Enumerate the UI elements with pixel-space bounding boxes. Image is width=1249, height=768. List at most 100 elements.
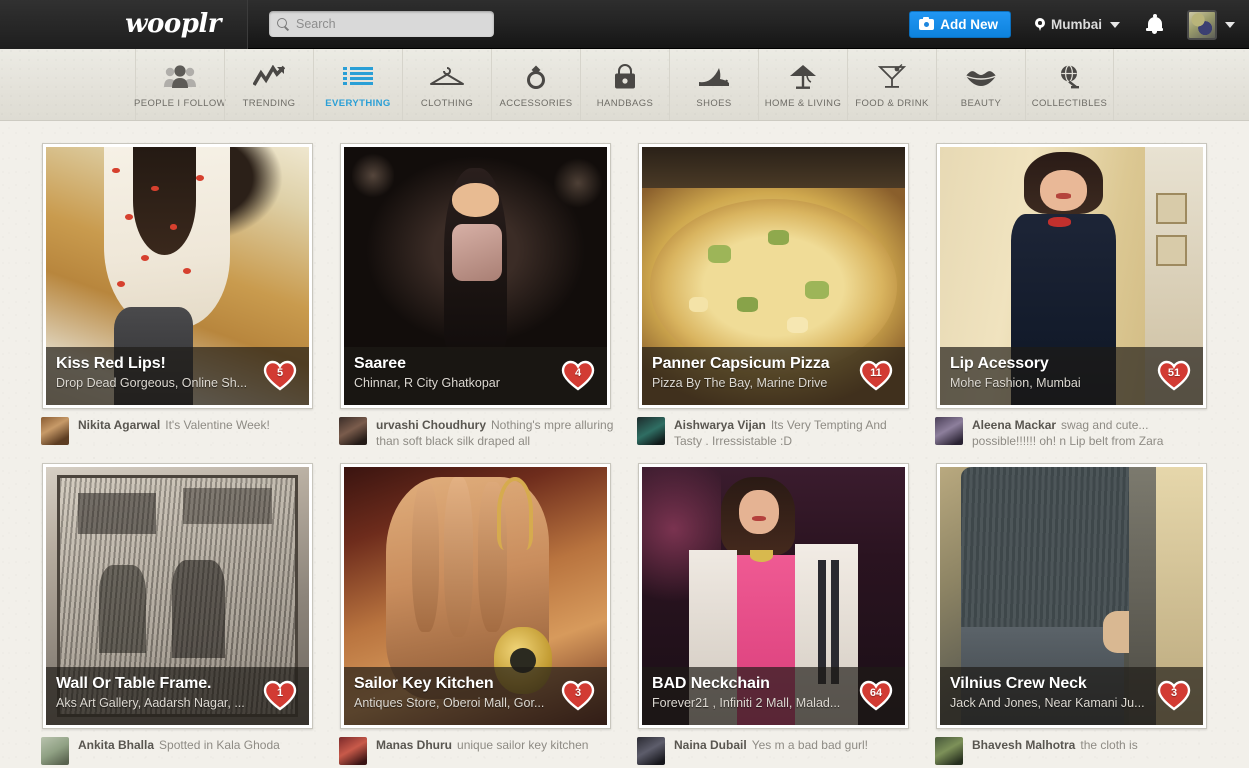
card-photo[interactable]: BAD Neckchain Forever21 , Infiniti 2 Mal…: [642, 467, 905, 725]
feed-card[interactable]: Lip Acessory Mohe Fashion, Mumbai 51: [936, 143, 1207, 409]
notification-bell-icon[interactable]: [1146, 14, 1163, 34]
like-badge[interactable]: 1: [263, 680, 297, 711]
avatar[interactable]: [637, 737, 665, 765]
card-photo[interactable]: Kiss Red Lips! Drop Dead Gorgeous, Onlin…: [46, 147, 309, 405]
feed-card[interactable]: Panner Capsicum Pizza Pizza By The Bay, …: [638, 143, 909, 409]
avatar[interactable]: [339, 417, 367, 445]
nav-item-everything[interactable]: EVERYTHING: [313, 49, 402, 120]
like-badge[interactable]: 64: [859, 680, 893, 711]
card-user-row: Bhavesh Malhotra the cloth is: [933, 737, 1210, 765]
top-header-bar: wooplr Add New Mumbai: [0, 0, 1249, 49]
chevron-down-icon: [1225, 21, 1235, 28]
like-badge[interactable]: 3: [1157, 680, 1191, 711]
nav-item-trending[interactable]: TRENDING: [224, 49, 313, 120]
like-badge[interactable]: 11: [859, 360, 893, 391]
search-input[interactable]: [296, 17, 486, 31]
nav-item-collectibles[interactable]: COLLECTIBLES: [1025, 49, 1114, 120]
nav-item-shoes[interactable]: SHOES: [669, 49, 758, 120]
feed-card[interactable]: Vilnius Crew Neck Jack And Jones, Near K…: [936, 463, 1207, 729]
like-badge[interactable]: 51: [1157, 360, 1191, 391]
avatar[interactable]: [41, 417, 69, 445]
card-username[interactable]: Aishwarya Vijan: [674, 418, 766, 432]
nav-item-food-drink[interactable]: FOOD & DRINK: [847, 49, 936, 120]
logo-container: wooplr: [0, 0, 248, 49]
nav-label: HANDBAGS: [596, 97, 654, 109]
nav-label: PEOPLE I FOLLOW: [133, 97, 227, 109]
nav-item-handbags[interactable]: HANDBAGS: [580, 49, 669, 120]
card-photo[interactable]: Sailor Key Kitchen Antiques Store, Obero…: [344, 467, 607, 725]
feed-card[interactable]: Sailor Key Kitchen Antiques Store, Obero…: [340, 463, 611, 729]
avatar[interactable]: [339, 737, 367, 765]
nav-item-beauty[interactable]: BEAUTY: [936, 49, 1025, 120]
nav-label: COLLECTIBLES: [1031, 97, 1108, 109]
avatar[interactable]: [935, 417, 963, 445]
avatar[interactable]: [637, 417, 665, 445]
nav-item-accessories[interactable]: ACCESSORIES: [491, 49, 580, 120]
lamp-icon: [788, 61, 818, 93]
feed-card[interactable]: Kiss Red Lips! Drop Dead Gorgeous, Onlin…: [42, 143, 313, 409]
card-username[interactable]: Ankita Bhalla: [78, 738, 154, 752]
nav-label: HOME & LIVING: [764, 97, 842, 109]
search-box[interactable]: [269, 11, 494, 37]
nav-item-people-i-follow[interactable]: PEOPLE I FOLLOW: [133, 49, 227, 120]
lips-icon: [964, 61, 998, 93]
nav-label: EVERYTHING: [325, 97, 391, 109]
card-user-row: Aleena Mackar swag and cute... possible!!…: [933, 417, 1210, 449]
card-comment: Aleena Mackar swag and cute... possible!!…: [972, 417, 1210, 449]
card-user-row: Naina Dubail Yes m a bad bad gurl!: [635, 737, 912, 765]
ring-icon: [523, 61, 549, 93]
card-comment: urvashi Choudhury Nothing's mpre alluring…: [376, 417, 614, 449]
nav-label: TRENDING: [242, 97, 296, 109]
card-comment-text: the cloth is: [1080, 738, 1138, 752]
hanger-icon: [429, 61, 465, 93]
nav-item-home-living[interactable]: HOME & LIVING: [758, 49, 847, 120]
card-username[interactable]: urvashi Choudhury: [376, 418, 486, 432]
feed-cell: BAD Neckchain Forever21 , Infiniti 2 Mal…: [625, 463, 923, 765]
card-username[interactable]: Aleena Mackar: [972, 418, 1056, 432]
card-photo[interactable]: Saaree Chinnar, R City Ghatkopar 4: [344, 147, 607, 405]
card-username[interactable]: Manas Dhuru: [376, 738, 452, 752]
feed-cell: Kiss Red Lips! Drop Dead Gorgeous, Onlin…: [29, 143, 327, 449]
card-photo[interactable]: Wall Or Table Frame. Aks Art Gallery, Aa…: [46, 467, 309, 725]
avatar[interactable]: [935, 737, 963, 765]
like-count: 5: [276, 367, 284, 379]
trending-chart-icon: [253, 61, 285, 93]
card-photo[interactable]: Panner Capsicum Pizza Pizza By The Bay, …: [642, 147, 905, 405]
feed-cell: Panner Capsicum Pizza Pizza By The Bay, …: [625, 143, 923, 449]
nav-label: FOOD & DRINK: [855, 97, 929, 109]
feed-card[interactable]: Wall Or Table Frame. Aks Art Gallery, Aa…: [42, 463, 313, 729]
card-comment-text: Spotted in Kala Ghoda: [159, 738, 280, 752]
globe-icon: [1057, 61, 1083, 93]
like-count: 1: [276, 687, 284, 699]
nav-label: ACCESSORIES: [499, 97, 573, 109]
like-count: 11: [870, 367, 882, 379]
city-selector[interactable]: Mumbai: [1034, 17, 1120, 32]
site-logo[interactable]: wooplr: [125, 9, 221, 39]
card-comment-text: unique sailor key kitchen: [457, 738, 589, 752]
feed-grid: Kiss Red Lips! Drop Dead Gorgeous, Onlin…: [0, 121, 1249, 768]
card-comment: Aishwarya Vijan Its Very Tempting And Tas…: [674, 417, 912, 449]
like-badge[interactable]: 3: [561, 680, 595, 711]
like-badge[interactable]: 5: [263, 360, 297, 391]
card-photo[interactable]: Vilnius Crew Neck Jack And Jones, Near K…: [940, 467, 1203, 725]
avatar[interactable]: [41, 737, 69, 765]
feed-cell: Lip Acessory Mohe Fashion, Mumbai 51 Ale…: [923, 143, 1221, 449]
avatar: [1187, 9, 1217, 40]
category-nav: PEOPLE I FOLLOW TRENDING EVERYTHING CLOT…: [0, 49, 1249, 121]
nav-label: SHOES: [696, 97, 732, 109]
card-username[interactable]: Naina Dubail: [674, 738, 747, 752]
like-badge[interactable]: 4: [561, 360, 595, 391]
nav-item-clothing[interactable]: CLOTHING: [402, 49, 491, 120]
feed-card[interactable]: Saaree Chinnar, R City Ghatkopar 4: [340, 143, 611, 409]
like-count: 3: [1170, 687, 1178, 699]
location-pin-icon: [1034, 18, 1045, 31]
card-comment: Nikita Agarwal It's Valentine Week!: [78, 417, 270, 445]
add-new-button[interactable]: Add New: [909, 11, 1011, 38]
card-username[interactable]: Bhavesh Malhotra: [972, 738, 1075, 752]
feed-card[interactable]: BAD Neckchain Forever21 , Infiniti 2 Mal…: [638, 463, 909, 729]
card-user-row: Manas Dhuru unique sailor key kitchen: [337, 737, 614, 765]
profile-menu-button[interactable]: [1187, 9, 1235, 40]
cocktail-glass-icon: [878, 61, 906, 93]
card-username[interactable]: Nikita Agarwal: [78, 418, 160, 432]
card-photo[interactable]: Lip Acessory Mohe Fashion, Mumbai 51: [940, 147, 1203, 405]
